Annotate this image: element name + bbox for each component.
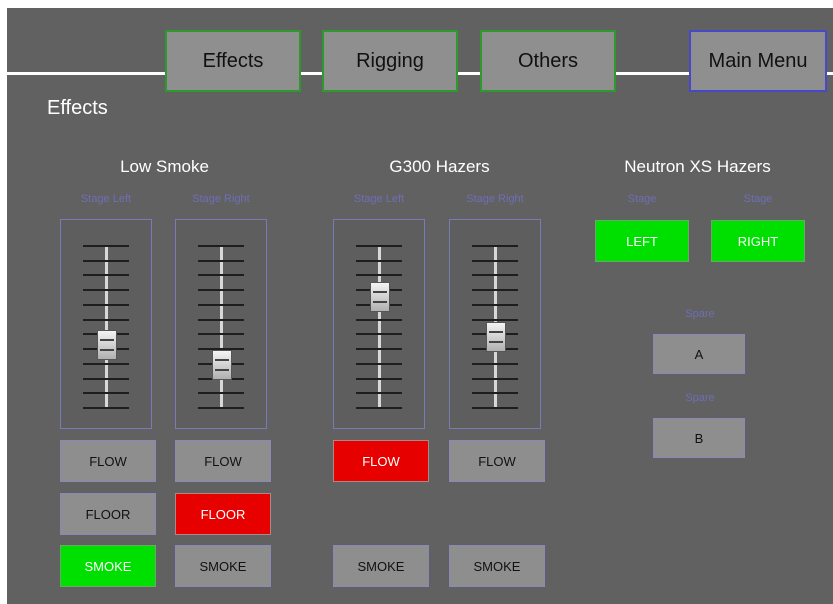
main-menu-button[interactable]: Main Menu — [689, 30, 827, 92]
g300-left-flow-button[interactable]: FLOW — [333, 440, 429, 482]
fader-tick — [472, 303, 518, 306]
fader-tick — [472, 245, 518, 247]
low-smoke-left-flow-button[interactable]: FLOW — [60, 440, 156, 482]
tab-rigging[interactable]: Rigging — [322, 30, 458, 92]
fader-knob[interactable] — [212, 349, 232, 380]
low-smoke-title: Low Smoke — [120, 157, 209, 176]
low-smoke-left-smoke-button[interactable]: SMOKE — [60, 545, 156, 587]
g300-right-smoke-button[interactable]: SMOKE — [449, 545, 545, 587]
neutron-stage-left-label: Stage — [627, 193, 657, 205]
fader-tick — [472, 377, 518, 380]
fader-tick — [472, 274, 518, 277]
fader-tick — [83, 362, 129, 365]
fader-tick — [356, 333, 402, 336]
fader-tick — [83, 245, 129, 247]
fader-tick — [472, 289, 518, 292]
fader-tick — [198, 259, 244, 262]
fader-tick — [356, 259, 402, 262]
neutron-left-button[interactable]: LEFT — [595, 220, 689, 262]
g300-stage-left-fader[interactable] — [333, 219, 425, 429]
fader-tick — [472, 259, 518, 262]
fader-knob[interactable] — [370, 281, 390, 312]
fader-tick — [83, 392, 129, 395]
fader-tick — [83, 407, 129, 409]
low-smoke-right-floor-button[interactable]: FLOOR — [175, 493, 271, 535]
g300-stage-right-label: Stage Right — [466, 193, 524, 205]
g300-hazers-title: G300 Hazers — [389, 157, 490, 176]
fader-tick — [198, 318, 244, 321]
fader-tick — [83, 274, 129, 277]
fader-tick — [198, 407, 244, 409]
tab-effects[interactable]: Effects — [165, 30, 301, 92]
fader-tick — [356, 245, 402, 247]
fader-tick — [83, 289, 129, 292]
fader-tick — [83, 377, 129, 380]
fader-knob[interactable] — [97, 330, 117, 361]
fader-tick — [472, 318, 518, 321]
low-smoke-left-floor-button[interactable]: FLOOR — [60, 493, 156, 535]
fader-tick — [356, 348, 402, 351]
fader-tick — [472, 362, 518, 365]
fader-tick — [198, 274, 244, 277]
effects-panel: Effects Rigging Others Main Menu Effects… — [7, 8, 833, 604]
spare-b-label: Spare — [685, 392, 715, 404]
fader-tick — [198, 333, 244, 336]
fader-tick — [356, 377, 402, 380]
fader-tick — [83, 303, 129, 306]
spare-b-button[interactable]: B — [653, 418, 745, 458]
g300-stage-right-fader[interactable] — [449, 219, 541, 429]
fader-tick — [198, 392, 244, 395]
neutron-stage-right-label: Stage — [743, 193, 773, 205]
low-smoke-right-flow-button[interactable]: FLOW — [175, 440, 271, 482]
neutron-xs-hazers-title: Neutron XS Hazers — [624, 157, 771, 176]
spare-a-label: Spare — [685, 308, 715, 320]
fader-tick — [356, 274, 402, 277]
low-smoke-stage-right-fader[interactable] — [175, 219, 267, 429]
low-smoke-stage-right-label: Stage Right — [192, 193, 250, 205]
fader-track — [378, 245, 381, 407]
fader-tick — [198, 245, 244, 247]
fader-tick — [198, 303, 244, 306]
spare-a-button[interactable]: A — [653, 334, 745, 374]
fader-tick — [356, 362, 402, 365]
fader-knob[interactable] — [486, 322, 506, 353]
g300-stage-left-label: Stage Left — [353, 193, 405, 205]
fader-tick — [83, 259, 129, 262]
fader-tick — [198, 289, 244, 292]
fader-tick — [472, 392, 518, 395]
g300-left-smoke-button[interactable]: SMOKE — [333, 545, 429, 587]
low-smoke-stage-left-label: Stage Left — [80, 193, 132, 205]
fader-track — [105, 245, 108, 407]
low-smoke-right-smoke-button[interactable]: SMOKE — [175, 545, 271, 587]
fader-tick — [356, 392, 402, 395]
fader-track — [220, 245, 223, 407]
fader-tick — [356, 407, 402, 409]
page-title: Effects — [47, 97, 108, 119]
fader-tick — [356, 318, 402, 321]
neutron-right-button[interactable]: RIGHT — [711, 220, 805, 262]
fader-tick — [83, 318, 129, 321]
g300-right-flow-button[interactable]: FLOW — [449, 440, 545, 482]
tab-others[interactable]: Others — [480, 30, 616, 92]
fader-tick — [472, 407, 518, 409]
low-smoke-stage-left-fader[interactable] — [60, 219, 152, 429]
